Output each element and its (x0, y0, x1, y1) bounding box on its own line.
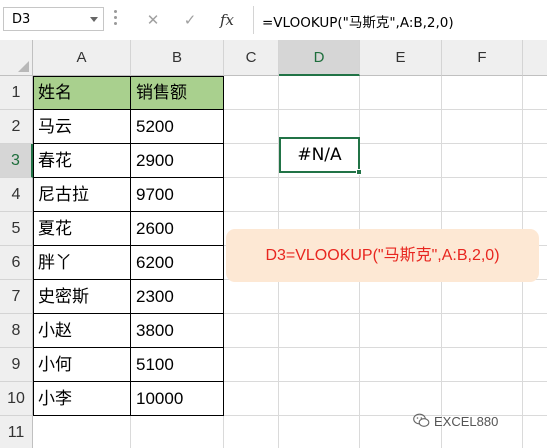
row-header-10[interactable]: 10 (0, 382, 33, 416)
table-cell-sales[interactable]: 9700 (131, 178, 224, 212)
table-cell-name[interactable]: 马云 (33, 110, 131, 144)
enter-button[interactable]: ✓ (176, 7, 204, 33)
row-header-2[interactable]: 2 (0, 110, 33, 144)
row-header-4[interactable]: 4 (0, 178, 33, 212)
table-cell-sales[interactable]: 5100 (131, 348, 224, 382)
table-cell-name[interactable]: 春花 (33, 144, 131, 178)
select-all-icon (18, 61, 29, 72)
column-header-a[interactable]: A (33, 40, 131, 76)
row-header-8[interactable]: 8 (0, 314, 33, 348)
row-header-5[interactable]: 5 (0, 212, 33, 246)
row-header-3[interactable]: 3 (0, 144, 33, 178)
wechat-icon (413, 413, 430, 427)
column-header-c[interactable]: C (224, 40, 279, 76)
row-header-6[interactable]: 6 (0, 246, 33, 280)
table-cell-sales[interactable]: 5200 (131, 110, 224, 144)
cancel-button[interactable]: ✕ (139, 7, 167, 33)
table-cell-sales[interactable]: 2600 (131, 212, 224, 246)
table-cell-name[interactable]: 胖丫 (33, 246, 131, 280)
table-cell-name[interactable]: 夏花 (33, 212, 131, 246)
table-cell-sales[interactable]: 10000 (131, 382, 224, 416)
active-cell-d3[interactable]: #N/A (279, 137, 362, 175)
row-header-7[interactable]: 7 (0, 280, 33, 314)
name-box-value: D3 (12, 12, 31, 27)
table-cell-name[interactable]: 小何 (33, 348, 131, 382)
formula-bar-divider (253, 6, 254, 34)
row-header-9[interactable]: 9 (0, 348, 33, 382)
cell-value: #N/A (297, 145, 342, 165)
column-header-g[interactable] (523, 40, 547, 76)
formula-bar: D3 ✕ ✓ fx =VLOOKUP("马斯克",A:B,2,0) (0, 0, 547, 40)
row-header-1[interactable]: 1 (0, 76, 33, 110)
table-cell-name[interactable]: 史密斯 (33, 280, 131, 314)
table-header-sales[interactable]: 销售额 (131, 76, 224, 110)
table-cell-name[interactable]: 尼古拉 (33, 178, 131, 212)
select-all-button[interactable] (0, 40, 33, 76)
table-cell-name[interactable]: 小赵 (33, 314, 131, 348)
table-header-name[interactable]: 姓名 (33, 76, 131, 110)
insert-function-button[interactable]: fx (213, 7, 241, 33)
chevron-down-icon[interactable] (90, 17, 98, 22)
watermark-text: EXCEL880 (434, 414, 499, 429)
column-header-b[interactable]: B (131, 40, 224, 76)
table-cell-sales[interactable]: 2300 (131, 280, 224, 314)
table-cell-sales[interactable]: 2900 (131, 144, 224, 178)
formula-annotation: D3=VLOOKUP("马斯克",A:B,2,0) (226, 229, 539, 282)
column-header-f[interactable]: F (442, 40, 523, 76)
table-cell-sales[interactable]: 3800 (131, 314, 224, 348)
formula-input[interactable]: =VLOOKUP("马斯克",A:B,2,0) (262, 11, 454, 31)
fill-handle[interactable] (356, 169, 362, 175)
watermark: EXCEL880 (413, 413, 499, 429)
name-box[interactable]: D3 (3, 7, 104, 31)
drag-handle-icon[interactable] (114, 10, 117, 27)
column-header-e[interactable]: E (360, 40, 442, 76)
table-cell-sales[interactable]: 6200 (131, 246, 224, 280)
row-header-11[interactable]: 11 (0, 416, 33, 448)
table-cell-name[interactable]: 小李 (33, 382, 131, 416)
column-header-d[interactable]: D (279, 40, 360, 76)
